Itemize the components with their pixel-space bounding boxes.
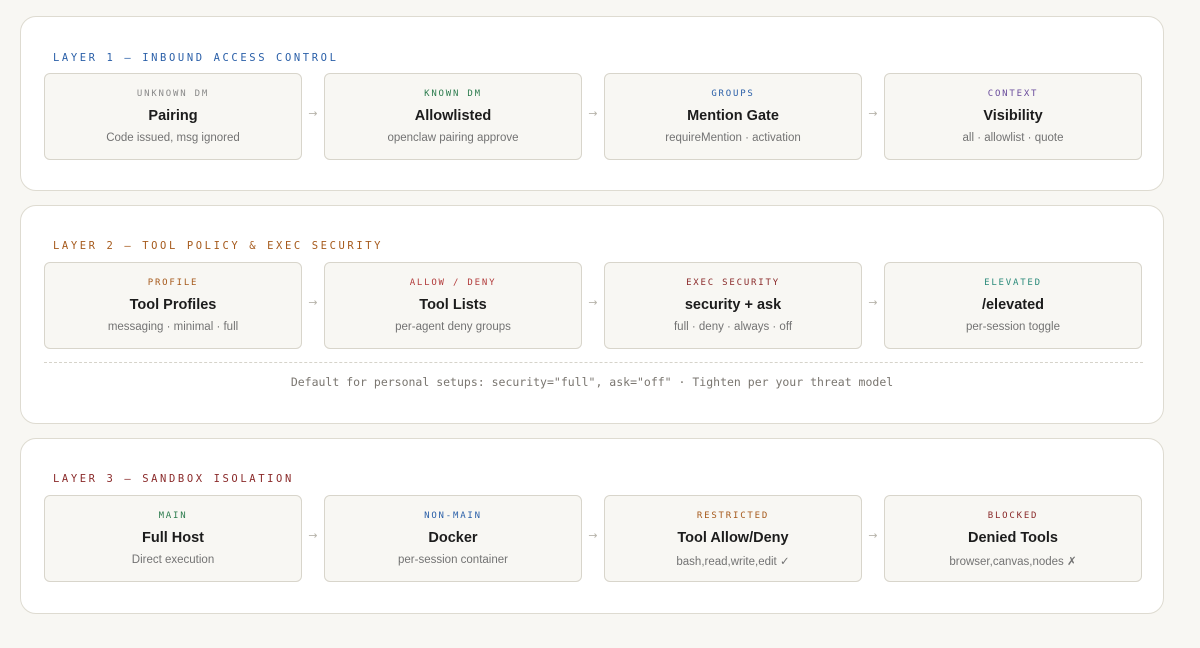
- card-tag: PROFILE: [147, 278, 199, 288]
- card-exec-security: EXEC SECURITY security + ask full · deny…: [604, 262, 862, 349]
- card-tag: ELEVATED: [984, 278, 1042, 288]
- card-name: Mention Gate: [687, 108, 779, 124]
- layer-2-note: Default for personal setups: security="f…: [290, 375, 894, 389]
- arrow-right-icon: →: [308, 107, 318, 120]
- card-pairing: UNKNOWN DM Pairing Code issued, msg igno…: [44, 73, 302, 160]
- card-tag: CONTEXT: [987, 89, 1039, 99]
- arrow-right-icon: →: [588, 529, 598, 542]
- card-name: Pairing: [148, 108, 198, 124]
- card-tag: BLOCKED: [987, 511, 1039, 521]
- card-desc: Code issued, msg ignored: [106, 132, 240, 144]
- arrow-right-icon: →: [868, 296, 878, 309]
- card-name: Tool Lists: [419, 297, 487, 313]
- card-name: Denied Tools: [968, 530, 1058, 546]
- card-desc: Direct execution: [131, 554, 215, 566]
- card-tool-lists: ALLOW / DENY Tool Lists per-agent deny g…: [324, 262, 582, 349]
- card-tag: NON-MAIN: [424, 511, 482, 521]
- arrow-right-icon: →: [588, 107, 598, 120]
- card-name: security + ask: [684, 297, 782, 313]
- card-name: Tool Profiles: [129, 297, 217, 313]
- layer-3-panel: LAYER 3 — SANDBOX ISOLATION MAIN Full Ho…: [20, 438, 1164, 614]
- card-desc: all · allowlist · quote: [962, 132, 1064, 144]
- card-full-host: MAIN Full Host Direct execution: [44, 495, 302, 582]
- card-tag: GROUPS: [711, 89, 755, 99]
- card-elevated: ELEVATED /elevated per-session toggle: [884, 262, 1142, 349]
- layer-2-title: LAYER 2 — TOOL POLICY & EXEC SECURITY: [53, 240, 384, 252]
- card-tag: MAIN: [158, 511, 188, 521]
- card-tool-allow-deny: RESTRICTED Tool Allow/Deny bash,read,wri…: [604, 495, 862, 582]
- card-denied-tools: BLOCKED Denied Tools browser,canvas,node…: [884, 495, 1142, 582]
- layer-2-cards: PROFILE Tool Profiles messaging · minima…: [44, 262, 1144, 349]
- card-tag: EXEC SECURITY: [686, 278, 780, 288]
- card-name: Allowlisted: [414, 108, 492, 124]
- card-desc: full · deny · always · off: [673, 321, 793, 333]
- layer-1-panel: LAYER 1 — INBOUND ACCESS CONTROL UNKNOWN…: [20, 16, 1164, 191]
- card-desc: messaging · minimal · full: [107, 321, 239, 333]
- card-mention-gate: GROUPS Mention Gate requireMention · act…: [604, 73, 862, 160]
- layer-3-cards: MAIN Full Host Direct execution NON-MAIN…: [44, 495, 1144, 582]
- card-desc: openclaw pairing approve: [387, 132, 519, 144]
- card-tag: KNOWN DM: [424, 89, 482, 99]
- arrow-right-icon: →: [308, 296, 318, 309]
- card-desc: per-session container: [398, 554, 508, 566]
- card-tag: UNKNOWN DM: [136, 89, 210, 99]
- layer-1-cards: UNKNOWN DM Pairing Code issued, msg igno…: [44, 73, 1144, 160]
- layer-3-title: LAYER 3 — SANDBOX ISOLATION: [53, 473, 294, 485]
- card-desc: browser,canvas,nodes ✗: [949, 556, 1077, 568]
- card-desc: per-session toggle: [966, 321, 1060, 333]
- card-docker: NON-MAIN Docker per-session container: [324, 495, 582, 582]
- card-name: Tool Allow/Deny: [677, 530, 789, 546]
- card-desc: per-agent deny groups: [395, 321, 511, 333]
- dashed-divider: [44, 362, 1143, 363]
- card-desc: requireMention · activation: [665, 132, 801, 144]
- layer-2-panel: LAYER 2 — TOOL POLICY & EXEC SECURITY PR…: [20, 205, 1164, 424]
- card-tool-profiles: PROFILE Tool Profiles messaging · minima…: [44, 262, 302, 349]
- layer-1-title: LAYER 1 — INBOUND ACCESS CONTROL: [53, 52, 339, 64]
- card-tag: RESTRICTED: [696, 511, 770, 521]
- arrow-right-icon: →: [588, 296, 598, 309]
- arrow-right-icon: →: [308, 529, 318, 542]
- card-visibility: CONTEXT Visibility all · allowlist · quo…: [884, 73, 1142, 160]
- card-name: /elevated: [981, 297, 1045, 313]
- card-allowlisted: KNOWN DM Allowlisted openclaw pairing ap…: [324, 73, 582, 160]
- card-name: Full Host: [141, 530, 205, 546]
- arrow-right-icon: →: [868, 529, 878, 542]
- card-desc: bash,read,write,edit ✓: [676, 556, 790, 568]
- arrow-right-icon: →: [868, 107, 878, 120]
- card-tag: ALLOW / DENY: [409, 278, 497, 288]
- card-name: Docker: [428, 530, 478, 546]
- card-name: Visibility: [983, 108, 1043, 124]
